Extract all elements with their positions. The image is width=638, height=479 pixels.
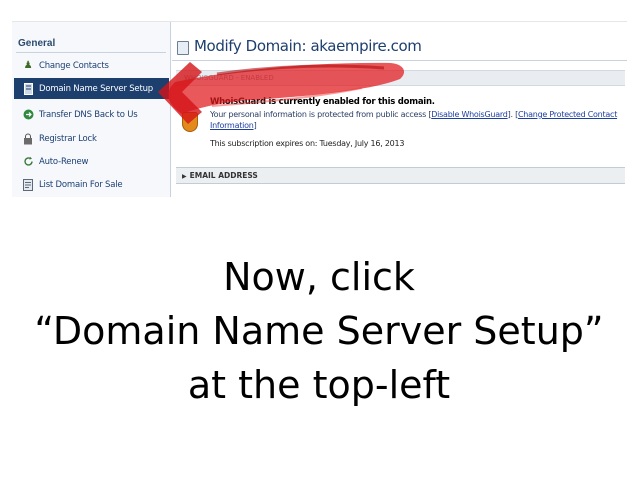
main-panel: Modify Domain: akaempire.com WHOISGUARD … xyxy=(172,22,627,197)
dns-transfer-icon xyxy=(22,109,34,121)
sidebar-item-label: Domain Name Server Setup xyxy=(39,83,153,94)
sidebar-item-label: Auto-Renew xyxy=(39,156,89,167)
sidebar-item-label: Change Contacts xyxy=(39,60,109,71)
disable-whoisguard-link[interactable]: Disable WhoisGuard xyxy=(431,110,508,119)
whoisguard-description-text: Your personal information is protected f… xyxy=(210,110,427,119)
title-divider xyxy=(172,60,627,61)
sidebar-item-change-contacts[interactable]: ♟ Change Contacts xyxy=(14,55,169,76)
sidebar-item-list-domain-for-sale[interactable]: List Domain For Sale xyxy=(14,174,169,195)
sidebar: General ♟ Change Contacts Domain Name Se… xyxy=(12,22,171,197)
shield-icon xyxy=(182,112,198,132)
subscription-expiry: This subscription expires on: Tuesday, J… xyxy=(210,139,405,148)
contacts-icon: ♟ xyxy=(23,59,33,71)
sidebar-item-domain-name-server-setup[interactable]: Domain Name Server Setup xyxy=(14,78,169,99)
sidebar-item-label: Transfer DNS Back to Us xyxy=(39,109,138,120)
caption-line-3: at the top-left xyxy=(187,363,451,407)
page-title: Modify Domain: akaempire.com xyxy=(194,37,422,55)
sidebar-divider xyxy=(16,52,166,53)
whoisguard-heading: WhoisGuard is currently enabled for this… xyxy=(210,97,435,107)
slide-caption: Now, click “Domain Name Server Setup” at… xyxy=(0,250,638,412)
server-icon xyxy=(22,82,34,95)
renew-icon xyxy=(22,156,34,168)
lock-icon xyxy=(22,133,34,145)
sidebar-item-label: List Domain For Sale xyxy=(39,179,123,190)
sidebar-item-auto-renew[interactable]: Auto-Renew xyxy=(14,151,169,172)
sidebar-item-label: Registrar Lock xyxy=(39,133,97,144)
caption-line-1: Now, click xyxy=(223,255,415,299)
change-protected-contact-link[interactable]: Change Protected Contact xyxy=(518,110,617,119)
whoisguard-description: Your personal information is protected f… xyxy=(210,110,618,119)
whoisguard-description-continued: Information] xyxy=(210,121,257,130)
email-address-section-header[interactable]: ▶ EMAIL ADDRESS xyxy=(176,167,625,184)
whoisguard-section-header[interactable]: WHOISGUARD - ENABLED xyxy=(176,70,625,86)
screenshot-panel: General ♟ Change Contacts Domain Name Se… xyxy=(12,21,627,197)
sidebar-item-registrar-lock[interactable]: Registrar Lock xyxy=(14,128,169,149)
sale-icon xyxy=(22,178,34,191)
domain-page-icon xyxy=(177,41,189,55)
caption-line-2: “Domain Name Server Setup” xyxy=(34,309,604,353)
email-section-label: EMAIL ADDRESS xyxy=(189,171,258,180)
sidebar-item-transfer-dns[interactable]: Transfer DNS Back to Us xyxy=(14,104,169,125)
expand-triangle-icon: ▶ xyxy=(182,173,187,180)
change-protected-contact-link-continued[interactable]: Information xyxy=(210,121,254,130)
sidebar-title: General xyxy=(18,38,56,49)
